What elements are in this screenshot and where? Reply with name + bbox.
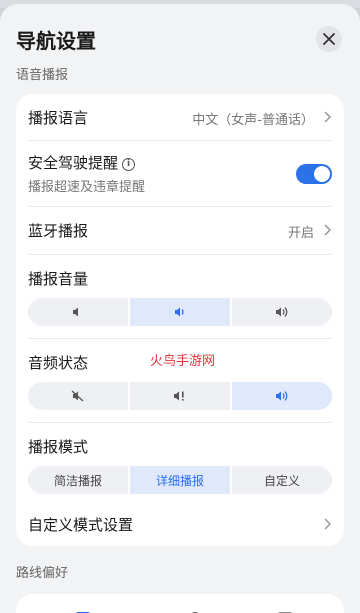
audio-option-sound-on[interactable] bbox=[230, 382, 332, 410]
divider bbox=[28, 422, 332, 423]
page-title: 导航设置 bbox=[16, 29, 96, 53]
section-label-voice: 语音播报 bbox=[16, 68, 69, 83]
info-icon[interactable]: i bbox=[122, 158, 136, 171]
section-label-route: 路线偏好 bbox=[16, 566, 69, 581]
custom-mode-settings-row[interactable]: 自定义模式设置 bbox=[28, 500, 332, 546]
bluetooth-value: 开启 bbox=[287, 226, 314, 241]
safety-reminder-subtitle: 播报超速及违章提醒 bbox=[28, 180, 146, 195]
bluetooth-label: 蓝牙播报 bbox=[28, 222, 89, 240]
volume-row: 播报音量 bbox=[28, 266, 332, 290]
mode-option-detailed[interactable]: 详细播报 bbox=[128, 466, 230, 494]
bluetooth-row[interactable]: 蓝牙播报 开启 bbox=[28, 206, 332, 254]
volume-option-low[interactable] bbox=[28, 298, 128, 326]
broadcast-mode-selector: 简洁播报 详细播报 自定义 bbox=[28, 466, 332, 494]
close-button[interactable] bbox=[316, 26, 342, 52]
mute-icon bbox=[71, 390, 84, 402]
audio-option-alert[interactable] bbox=[128, 382, 230, 410]
medium-volume-icon bbox=[175, 307, 184, 317]
custom-mode-settings-label: 自定义模式设置 bbox=[28, 516, 134, 534]
settings-sheet: 导航设置 语音播报 播报语言 中文（女声-普通话） 安全驾驶提醒 i 播报超速及违… bbox=[0, 4, 360, 613]
audio-state-label: 音频状态 bbox=[28, 354, 89, 372]
chevron-right-icon bbox=[324, 111, 332, 123]
chevron-right-icon bbox=[324, 518, 332, 530]
sound-on-icon bbox=[276, 391, 288, 401]
route-preference-card bbox=[16, 594, 344, 613]
chevron-right-icon bbox=[324, 224, 332, 236]
alert-volume-icon bbox=[174, 391, 184, 401]
language-value: 中文（女声-普通话） bbox=[192, 113, 314, 128]
volume-option-high[interactable] bbox=[230, 298, 332, 326]
safety-reminder-row: 安全驾驶提醒 i 播报超速及违章提醒 bbox=[28, 140, 332, 206]
high-volume-icon bbox=[276, 307, 288, 317]
broadcast-mode-row: 播报模式 bbox=[28, 434, 332, 458]
close-icon bbox=[323, 33, 335, 45]
safety-reminder-label: 安全驾驶提醒 bbox=[28, 154, 119, 172]
header: 导航设置 bbox=[16, 26, 348, 56]
watermark-text: 火鸟手游网 bbox=[150, 354, 216, 369]
audio-option-mute[interactable] bbox=[28, 382, 128, 410]
language-label: 播报语言 bbox=[28, 109, 89, 127]
language-row[interactable]: 播报语言 中文（女声-普通话） bbox=[28, 94, 332, 140]
toggle-knob bbox=[314, 166, 330, 182]
volume-selector bbox=[28, 298, 332, 326]
mode-option-custom[interactable]: 自定义 bbox=[230, 466, 332, 494]
broadcast-mode-label: 播报模式 bbox=[28, 438, 89, 456]
low-volume-icon bbox=[73, 307, 78, 317]
safety-reminder-toggle[interactable] bbox=[296, 164, 332, 184]
audio-state-selector bbox=[28, 382, 332, 410]
voice-settings-card: 播报语言 中文（女声-普通话） 安全驾驶提醒 i 播报超速及违章提醒 蓝牙播报 开… bbox=[16, 94, 344, 546]
volume-label: 播报音量 bbox=[28, 270, 89, 288]
divider bbox=[28, 254, 332, 255]
divider bbox=[28, 338, 332, 339]
mode-option-simple[interactable]: 简洁播报 bbox=[28, 466, 128, 494]
volume-option-medium[interactable] bbox=[128, 298, 230, 326]
